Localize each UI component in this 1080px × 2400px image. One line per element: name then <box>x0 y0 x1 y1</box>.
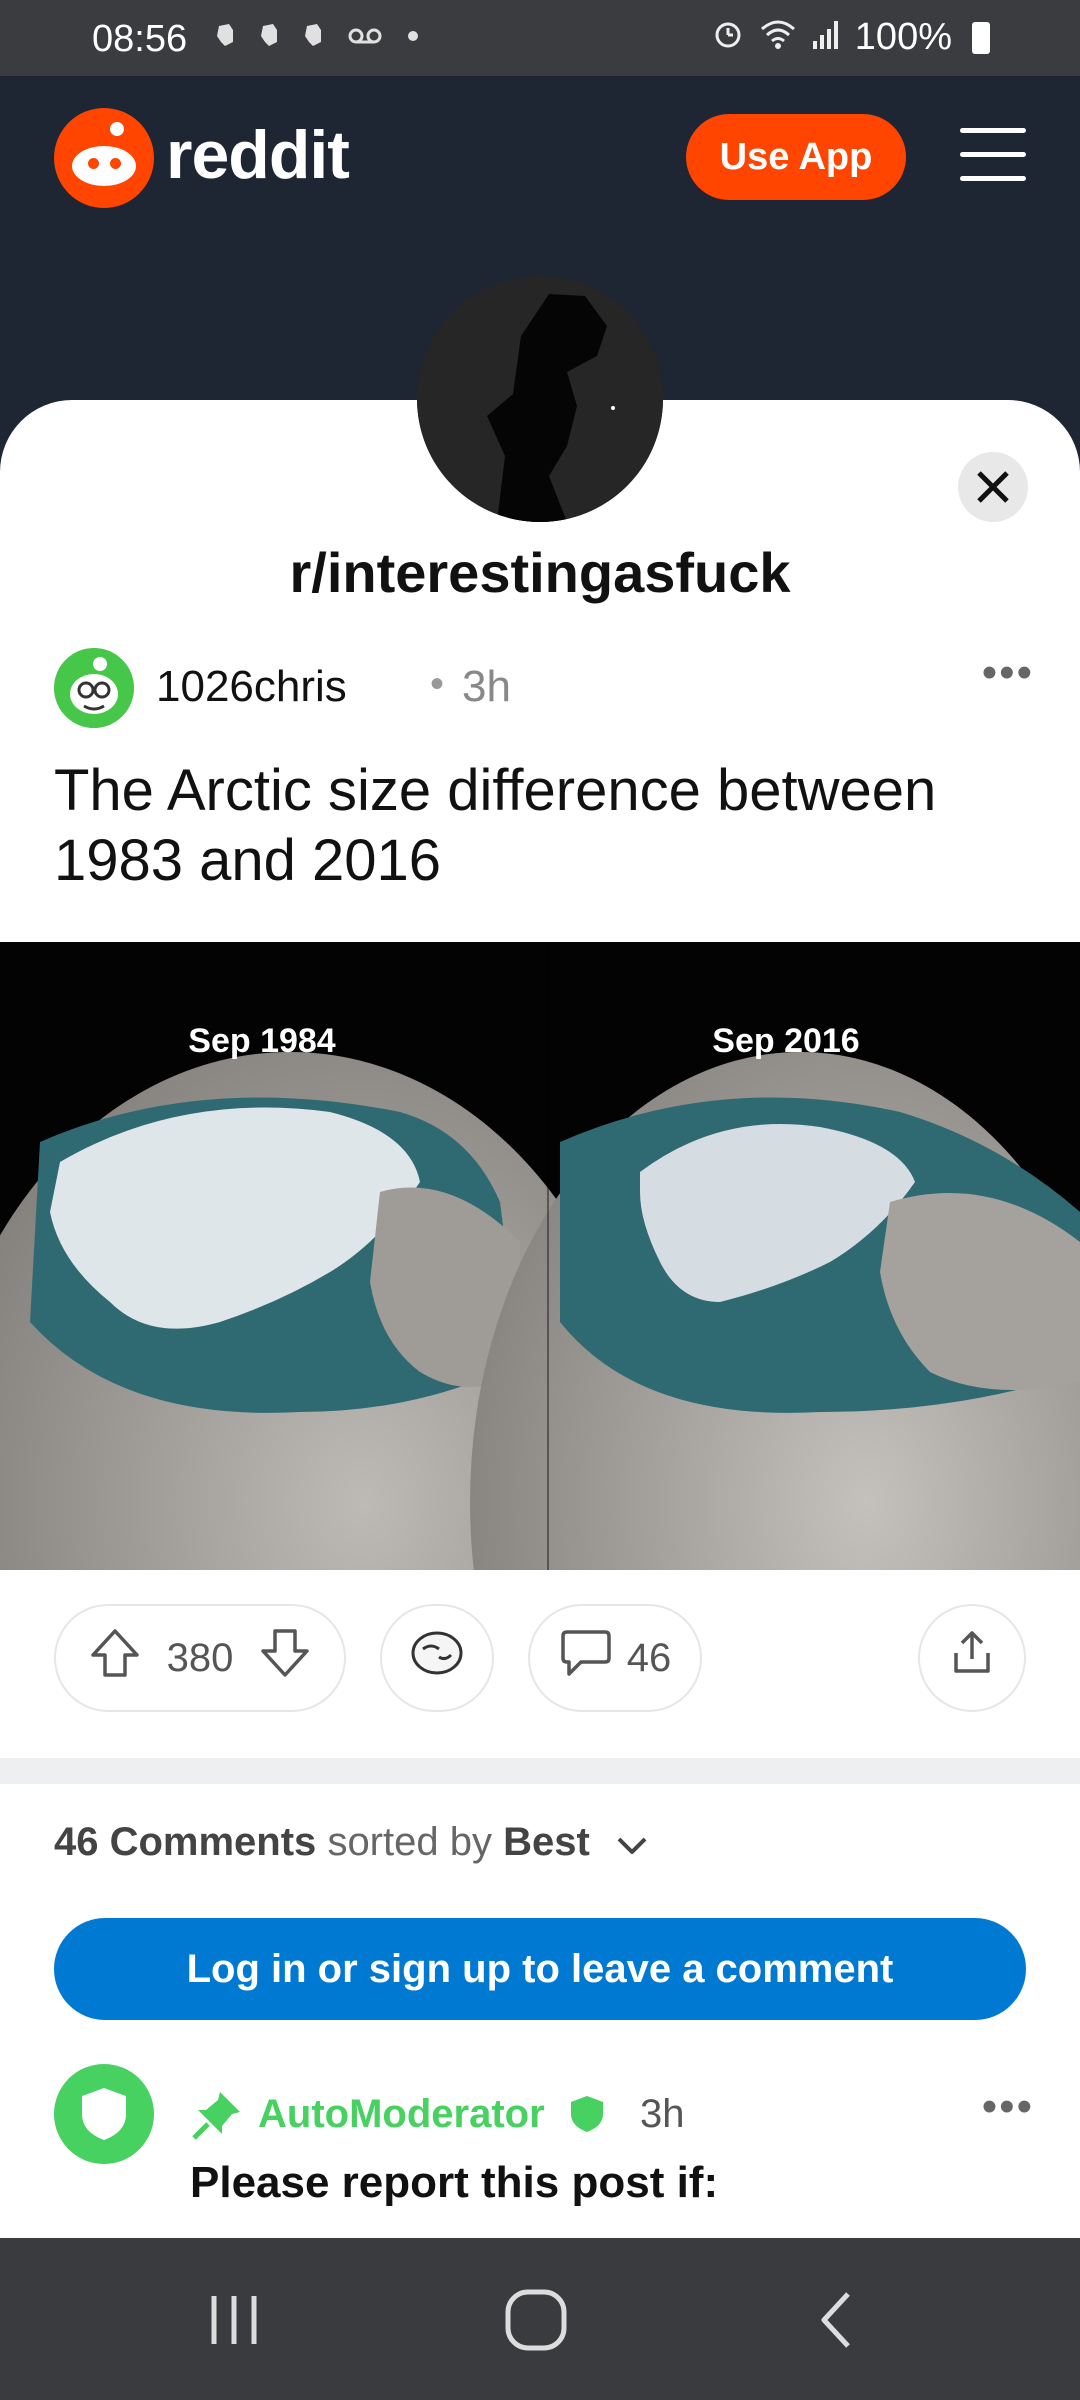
reddit-wordmark[interactable]: reddit <box>166 116 350 194</box>
battery-icon <box>972 21 990 54</box>
battery-text: 100% <box>854 16 952 58</box>
status-bar: 08:56 100% <box>0 0 1080 76</box>
home-icon[interactable] <box>504 2288 568 2352</box>
system-nav-bar <box>0 2238 1080 2400</box>
user-avatar[interactable] <box>54 648 134 728</box>
award-button[interactable] <box>380 1604 494 1712</box>
comment-body: Please report this post if: <box>190 2158 719 2207</box>
status-right: 100% <box>711 16 990 59</box>
vote-count: 380 <box>166 1635 234 1680</box>
dot-icon <box>405 22 421 55</box>
pin-icon <box>190 2088 244 2147</box>
comment-count: 46 <box>626 1635 672 1680</box>
award-icon <box>409 1629 465 1687</box>
subreddit-avatar[interactable] <box>417 276 663 522</box>
alarm-icon <box>711 17 745 59</box>
automoderator-avatar[interactable] <box>54 2064 154 2164</box>
vote-pill: 380 <box>54 1604 346 1712</box>
login-signup-button[interactable]: Log in or sign up to leave a comment <box>54 1918 1026 2020</box>
post-age: 3h <box>462 662 511 711</box>
comment-sort-row[interactable]: 46 Comments sorted by Best <box>54 1820 649 1867</box>
sorted-by-label: sorted by <box>327 1820 492 1864</box>
share-button[interactable] <box>918 1604 1026 1712</box>
wifi-icon <box>759 17 797 59</box>
image-label-1984: Sep 1984 <box>188 1022 336 1060</box>
comment-icon <box>559 1628 613 1688</box>
hamburger-icon[interactable] <box>960 128 1026 184</box>
author-name[interactable]: 1026chris <box>156 662 347 712</box>
recent-apps-icon[interactable] <box>204 2288 264 2352</box>
share-icon <box>950 1629 994 1687</box>
section-divider <box>0 1758 1080 1784</box>
post-meta: 1026chris • 3h ••• <box>54 648 1034 732</box>
image-label-2016: Sep 2016 <box>712 1022 859 1060</box>
upvote-icon[interactable] <box>89 1627 141 1689</box>
comment-more-icon[interactable]: ••• <box>982 2082 1034 2132</box>
signal-icon <box>811 17 841 59</box>
post-image[interactable]: Sep 1984 Sep 2016 <box>0 942 1080 1570</box>
sort-value[interactable]: Best <box>503 1820 590 1864</box>
comments-count-label: 46 Comments <box>54 1820 317 1864</box>
meta-separator: • <box>430 662 445 706</box>
subreddit-name[interactable]: r/interestingasfuck <box>0 540 1080 605</box>
comments-button[interactable]: 46 <box>528 1604 702 1712</box>
reddit-logo-icon[interactable] <box>54 108 154 208</box>
evernote-icon <box>303 22 325 55</box>
use-app-button[interactable]: Use App <box>686 114 906 200</box>
chevron-down-icon[interactable] <box>615 1822 649 1867</box>
status-time: 08:56 <box>92 18 188 60</box>
voicemail-icon <box>347 22 383 55</box>
comment-age: 3h <box>640 2092 685 2136</box>
comment-author[interactable]: AutoModerator <box>258 2092 545 2137</box>
reddit-header: reddit Use App <box>0 76 1080 236</box>
evernote-icon <box>259 22 281 55</box>
post-title[interactable]: The Arctic size difference between 1983 … <box>54 756 1044 896</box>
back-icon[interactable] <box>812 2288 862 2352</box>
evernote-icon <box>215 22 237 55</box>
more-options-icon[interactable]: ••• <box>982 648 1034 698</box>
downvote-icon[interactable] <box>259 1627 311 1689</box>
close-icon[interactable] <box>958 452 1028 522</box>
moderator-shield-icon <box>568 2094 606 2139</box>
post-actions: 380 46 <box>0 1604 1080 1716</box>
notification-icons <box>215 22 421 55</box>
